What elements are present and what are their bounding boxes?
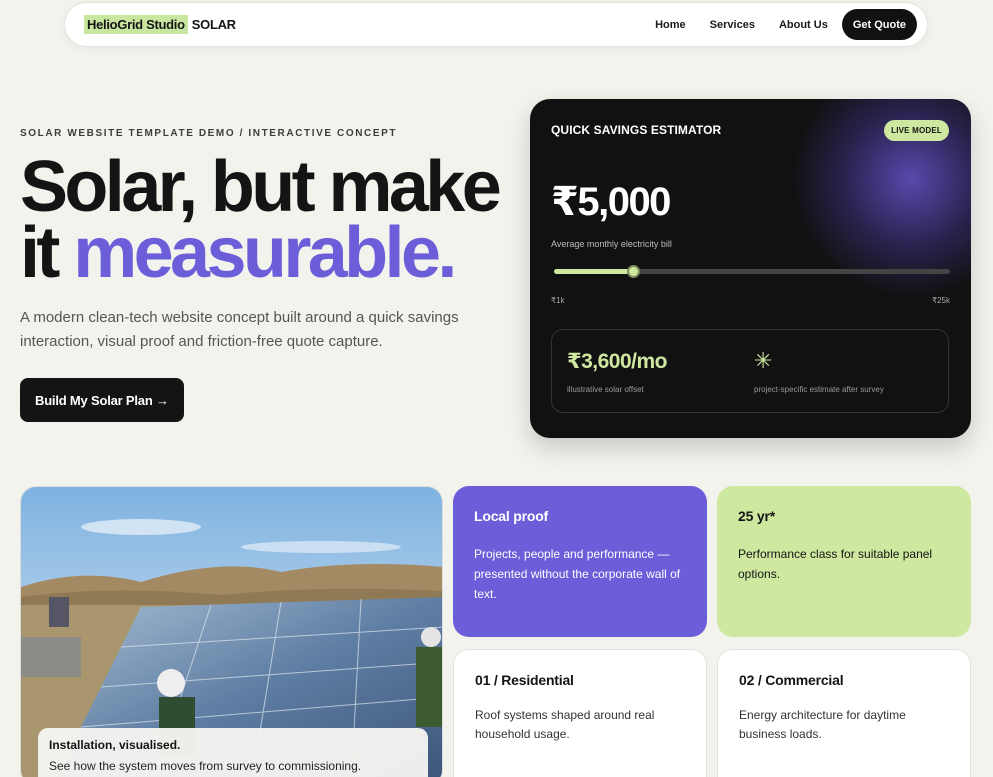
estimator-title: QUICK SAVINGS ESTIMATOR [551,123,722,137]
headline-accent: measurable. [73,213,457,293]
card-text: Roof systems shaped around real househol… [475,708,655,741]
caption-text: See how the system moves from survey to … [49,759,362,773]
caption-title: Installation, visualised. [49,738,181,752]
build-solar-plan-button[interactable]: Build My Solar Plan → [20,378,184,422]
card-text: Performance class for suitable panel opt… [738,547,933,581]
estimate-note: project-specific estimate after survey [754,385,884,394]
nav-link-home[interactable]: Home [643,19,698,31]
brand-suffix: SOLAR [191,17,236,32]
nav-link-services[interactable]: Services [698,19,767,31]
card-title: 02 / Commercial [739,672,844,688]
slider-max-label: ₹25k [932,296,950,305]
nav-links: Home Services About Us Get Quote [643,9,917,40]
hero-eyebrow: SOLAR WEBSITE TEMPLATE DEMO / INTERACTIV… [20,128,398,139]
photo-caption: Installation, visualised. See how the sy… [38,728,428,777]
brand-logo[interactable]: HelioGrid Studio SOLAR [84,15,236,34]
savings-estimator-card: QUICK SAVINGS ESTIMATOR LIVE MODEL ₹5,00… [530,99,971,438]
brand-name: HelioGrid Studio [84,15,188,34]
slider-fill [554,269,634,274]
get-quote-button[interactable]: Get Quote [841,9,917,40]
bill-amount: ₹5,000 [551,180,671,224]
card-title: 01 / Residential [475,672,574,688]
card-text: Energy architecture for daytime business… [739,708,906,741]
commercial-card[interactable]: 02 / Commercial Energy architecture for … [717,649,971,777]
live-model-badge: LIVE MODEL [884,120,949,141]
nav-link-about[interactable]: About Us [767,19,840,31]
bill-slider[interactable] [554,265,950,278]
local-proof-card[interactable]: Local proof Projects, people and perform… [453,486,707,637]
slider-min-label: ₹1k [551,296,565,305]
installation-photo-card: Installation, visualised. See how the sy… [20,486,443,777]
slider-thumb[interactable] [627,265,641,278]
hero-subtext: A modern clean-tech website concept buil… [20,309,459,350]
estimate-result-box: ₹3,600/mo illustrative solar offset ✳ pr… [551,329,949,413]
card-title: Local proof [474,508,549,524]
card-text: Projects, people and performance — prese… [474,547,681,601]
offset-label: illustrative solar offset [567,385,644,394]
warranty-card[interactable]: 25 yr* Performance class for suitable pa… [717,486,971,637]
bill-amount-label: Average monthly electricity bill [551,239,672,249]
asterisk-icon: ✳ [754,348,773,373]
card-title: 25 yr* [738,508,775,524]
residential-card[interactable]: 01 / Residential Roof systems shaped aro… [453,649,707,777]
hero-headline: Solar, but make it measurable. [20,151,520,289]
offset-value: ₹3,600/mo [567,350,668,373]
top-navigation: HelioGrid Studio SOLAR Home Services Abo… [64,2,928,47]
